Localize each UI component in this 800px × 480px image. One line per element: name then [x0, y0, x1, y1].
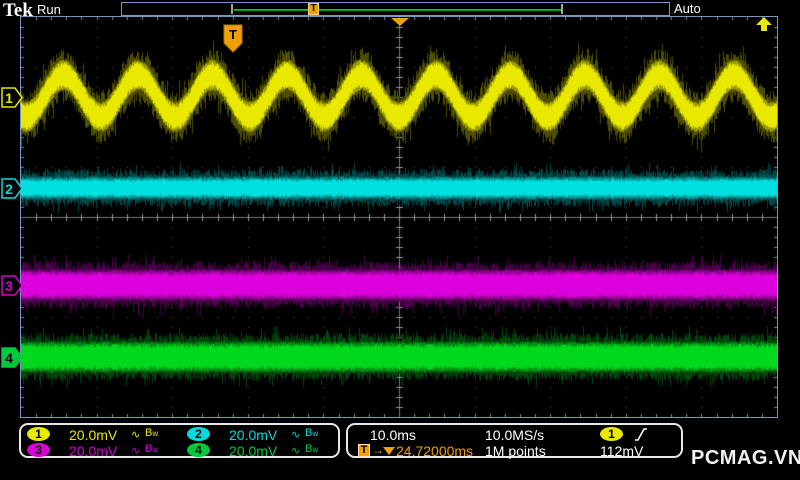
bandwidth-limit-icon: Bw — [305, 443, 319, 455]
bandwidth-limit-icon: Bw — [145, 427, 159, 439]
channel4-badge[interactable]: 4 — [187, 443, 210, 457]
ac-coupling-icon: ∿ — [131, 445, 141, 457]
timebase-readout[interactable]: 10.0ms — [370, 427, 416, 443]
channel2-badge[interactable]: 2 — [187, 427, 210, 441]
rising-edge-slope-icon — [635, 428, 647, 441]
svg-text:T: T — [229, 27, 237, 42]
channel3-readout[interactable]: 3 20.0mV ∿ Bw — [27, 443, 158, 459]
horizontal-trigger-readout-box: 10.0ms 10.0MS/s 1 T → 24.72000ms 1M poin… — [346, 423, 683, 459]
trigger-delay-readout[interactable]: 24.72000ms — [396, 443, 473, 459]
svg-text:3: 3 — [5, 278, 13, 294]
channel2-readout[interactable]: 2 20.0mV ∿ Bw — [187, 427, 318, 443]
sample-rate-readout: 10.0MS/s — [485, 427, 545, 443]
expansion-point-icon[interactable] — [391, 18, 409, 26]
acquisition-preview-bar[interactable]: T — [121, 2, 670, 16]
channel2-scale: 20.0mV — [229, 427, 278, 443]
bandwidth-limit-icon: Bw — [305, 427, 319, 439]
waveform-canvas — [21, 17, 777, 417]
ac-coupling-icon: ∿ — [131, 429, 141, 441]
trigger-marker-icon[interactable]: T — [308, 3, 319, 15]
trigger-delay-icon: T — [358, 444, 370, 457]
oscilloscope-screen: Tek Run T Auto 1234 T 1 20.0mV ∿ Bw 2 20… — [0, 0, 800, 480]
trigger-position-flag-icon[interactable]: T — [223, 24, 243, 53]
trigger-mode-label: Auto — [674, 1, 701, 16]
acquisition-status: Run — [37, 2, 61, 17]
trigger-level-offscreen-arrow-icon[interactable] — [755, 17, 773, 32]
channel1-badge[interactable]: 1 — [27, 427, 50, 441]
trigger-level-readout[interactable]: 112mV — [600, 443, 643, 459]
record-length-readout: 1M points — [485, 443, 546, 459]
channel3-badge[interactable]: 3 — [27, 443, 50, 457]
channel2-position-marker[interactable]: 2 — [1, 178, 23, 199]
channel3-scale: 20.0mV — [69, 443, 118, 459]
triangle-down-icon — [383, 447, 395, 455]
window-end-bracket[interactable] — [561, 4, 563, 14]
svg-text:2: 2 — [5, 181, 13, 197]
window-start-bracket[interactable] — [231, 4, 233, 14]
channel4-scale: 20.0mV — [229, 443, 278, 459]
channel3-position-marker[interactable]: 3 — [1, 275, 23, 296]
trigger-source-badge[interactable]: 1 — [600, 427, 623, 441]
waveform-display[interactable]: 1 2 3 4 T — [1, 16, 778, 418]
channel1-position-marker[interactable]: 1 — [1, 87, 23, 108]
record-line — [234, 9, 561, 11]
channel1-readout[interactable]: 1 20.0mV ∿ Bw — [27, 427, 158, 443]
watermark: PCMAG.VN — [691, 447, 800, 469]
channel4-position-marker[interactable]: 4 — [1, 347, 23, 368]
ac-coupling-icon: ∿ — [291, 429, 301, 441]
bandwidth-limit-icon: Bw — [145, 443, 159, 455]
channel4-readout[interactable]: 4 20.0mV ∿ Bw — [187, 443, 318, 459]
svg-text:4: 4 — [5, 350, 13, 366]
ac-coupling-icon: ∿ — [291, 445, 301, 457]
channel1-scale: 20.0mV — [69, 427, 118, 443]
channel-readout-box: 1 20.0mV ∿ Bw 2 20.0mV ∿ Bw 3 20.0mV ∿ B… — [19, 423, 340, 459]
svg-text:1: 1 — [5, 90, 13, 106]
